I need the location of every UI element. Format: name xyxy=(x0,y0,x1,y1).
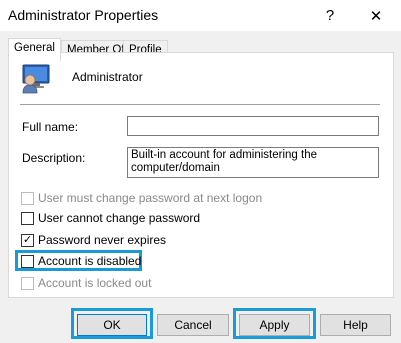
ok-button[interactable]: OK xyxy=(77,314,147,336)
button-label: Apply xyxy=(259,318,290,332)
checkbox-account-locked-out[interactable]: Account is locked out xyxy=(21,275,151,291)
button-label: Cancel xyxy=(174,318,212,332)
checkbox-cannot-change-password[interactable]: User cannot change password xyxy=(21,210,200,226)
close-icon: ✕ xyxy=(369,7,383,25)
question-mark-icon: ? xyxy=(325,7,335,24)
description-input[interactable]: Built-in account for administering the c… xyxy=(127,147,379,178)
checkbox-label: Account is locked out xyxy=(38,276,152,290)
checkbox-label: Password never expires xyxy=(38,233,167,247)
close-button[interactable]: ✕ xyxy=(354,0,398,31)
full-name-input[interactable] xyxy=(127,116,379,136)
checkbox-account-disabled[interactable]: Account is disabled xyxy=(21,253,141,269)
checkbox-password-never-expires[interactable]: ✓ Password never expires xyxy=(21,232,166,248)
help-button[interactable]: Help xyxy=(320,314,391,336)
checkbox-label: User must change password at next logon xyxy=(38,191,263,205)
checkmark-icon: ✓ xyxy=(21,233,34,247)
description-line: Built-in account for administering the xyxy=(131,149,318,161)
tab-label: General xyxy=(14,42,55,54)
help-title-button[interactable]: ? xyxy=(308,0,352,31)
checkbox-box xyxy=(21,211,34,225)
cancel-button[interactable]: Cancel xyxy=(157,314,229,336)
checkbox-label: Account is disabled xyxy=(38,254,142,268)
full-name-label: Full name: xyxy=(22,120,79,134)
button-label: OK xyxy=(103,318,121,332)
description-line: computer/domain xyxy=(131,162,220,174)
user-icon xyxy=(22,64,50,94)
window-title: Administrator Properties xyxy=(8,7,159,23)
apply-button[interactable]: Apply xyxy=(239,314,310,336)
checkbox-box xyxy=(21,276,34,290)
checkbox-box xyxy=(21,254,34,268)
tab-general[interactable]: General xyxy=(8,38,61,61)
button-label: Help xyxy=(343,318,368,332)
user-name: Administrator xyxy=(72,70,143,84)
checkbox-label: User cannot change password xyxy=(38,211,201,225)
separator xyxy=(20,104,380,105)
checkbox-box xyxy=(21,191,34,205)
title-bar: Administrator Properties ? ✕ xyxy=(0,0,401,31)
description-label: Description: xyxy=(22,151,86,165)
checkbox-must-change-password[interactable]: User must change password at next logon xyxy=(21,190,262,206)
